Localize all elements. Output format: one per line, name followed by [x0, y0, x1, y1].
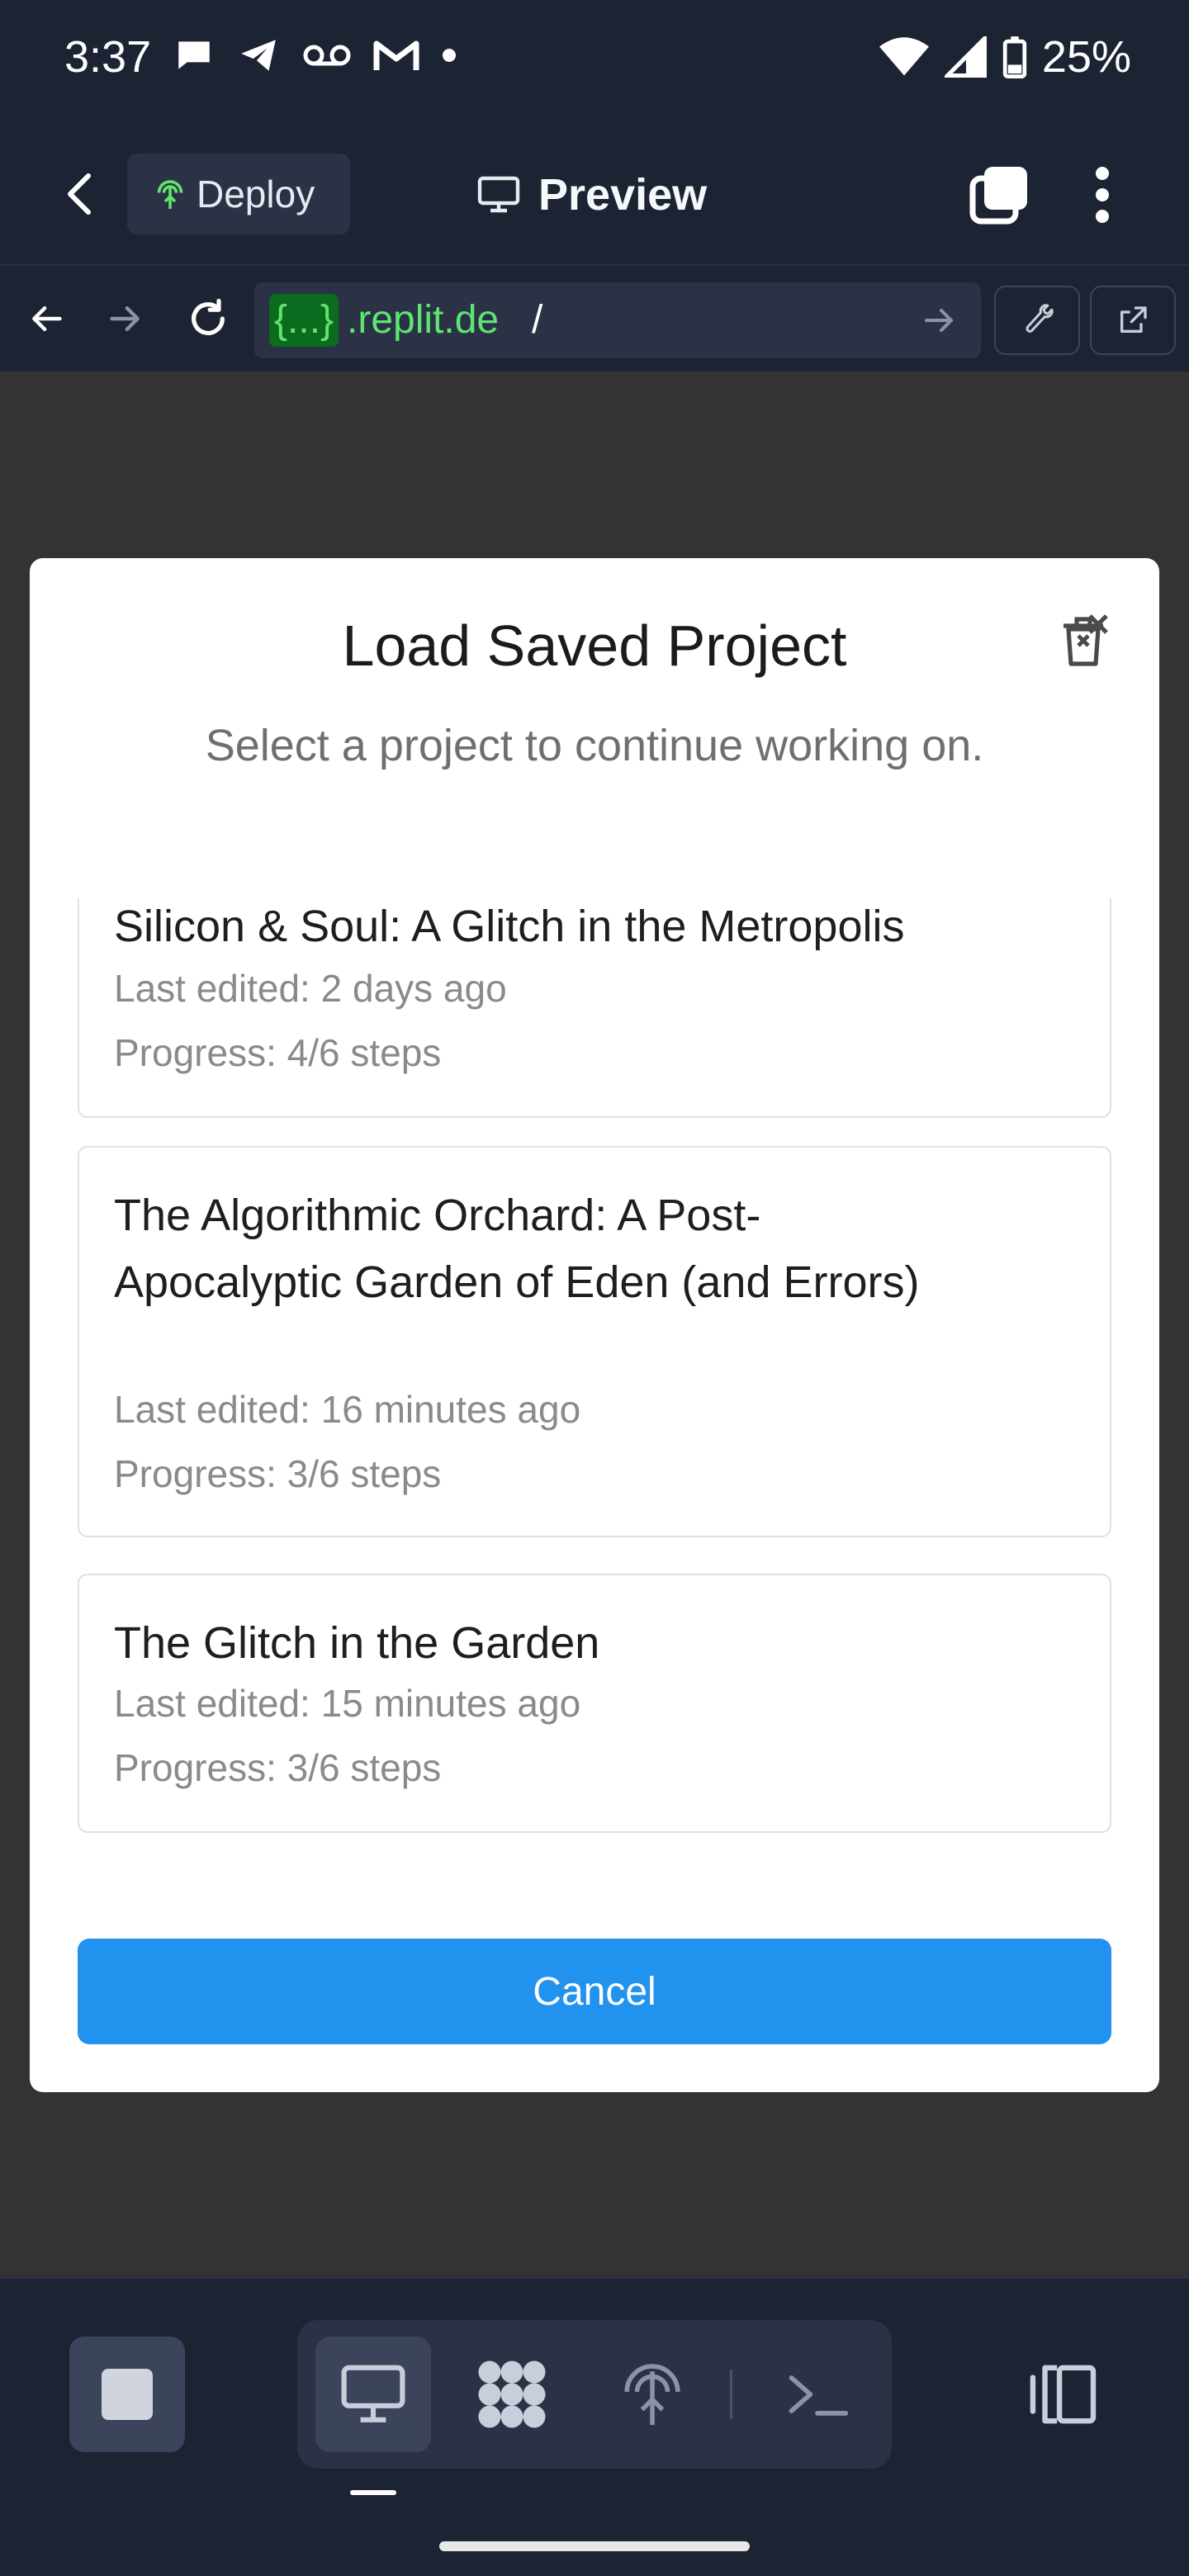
- deploy-label: Deploy: [197, 173, 315, 215]
- preview-title: Preview: [477, 160, 707, 230]
- apps-tab-button[interactable]: [454, 2337, 570, 2452]
- reload-button[interactable]: [182, 292, 234, 345]
- browser-back-button[interactable]: [20, 292, 73, 345]
- stop-icon: [102, 2369, 153, 2420]
- browser-forward-button[interactable]: [99, 292, 152, 345]
- project-card[interactable]: The Algorithmic Orchard: A Post-Apocalyp…: [78, 1146, 1111, 1537]
- cancel-button[interactable]: Cancel: [78, 1939, 1111, 2044]
- telegram-icon: [241, 40, 276, 71]
- monitor-icon: [477, 176, 520, 213]
- bottom-toolbar: [0, 2277, 1189, 2576]
- stop-button[interactable]: [69, 2337, 185, 2452]
- monitor-icon: [341, 2365, 405, 2422]
- chevron-left-icon: [68, 173, 91, 215]
- project-last-edited: Last edited: 16 minutes ago: [114, 1388, 581, 1431]
- battery-percentage: 25%: [1041, 32, 1131, 82]
- modal-subtitle: Select a project to continue working on.: [205, 721, 984, 770]
- terminal-icon: [789, 2375, 849, 2416]
- gmail-icon: [373, 40, 419, 70]
- more-vertical-icon: [1096, 167, 1109, 223]
- console-tab-button[interactable]: [760, 2337, 875, 2452]
- arrow-right-icon: [110, 305, 140, 332]
- deploy-icon: [157, 180, 183, 209]
- go-arrow-icon[interactable]: [920, 301, 959, 340]
- devtools-button[interactable]: [994, 286, 1080, 355]
- project-progress: Progress: 3/6 steps: [114, 1746, 442, 1789]
- wifi-icon: [879, 37, 929, 76]
- tabs-button[interactable]: [966, 162, 1032, 228]
- deploy-tab-button[interactable]: [594, 2337, 710, 2452]
- active-tab-indicator: [350, 2490, 396, 2495]
- project-progress: Progress: 3/6 steps: [114, 1452, 442, 1495]
- arrow-left-icon: [32, 305, 62, 332]
- side-panel-button[interactable]: [1021, 2345, 1103, 2444]
- dot-icon: [443, 49, 456, 62]
- delete-button[interactable]: [1054, 611, 1113, 670]
- project-title: The Glitch in the Garden: [114, 1618, 600, 1668]
- back-button[interactable]: [51, 165, 109, 223]
- load-project-modal: Load Saved Project Select a project to c…: [30, 558, 1159, 2092]
- url-host-badge: {...}: [269, 294, 339, 347]
- more-options-button[interactable]: [1082, 162, 1123, 228]
- open-new-tab-button[interactable]: [1090, 286, 1176, 355]
- project-last-edited: Last edited: 15 minutes ago: [114, 1682, 581, 1725]
- chat-bubble-icon: [178, 41, 210, 69]
- system-icons: 25%: [879, 31, 1131, 83]
- deploy-icon: [624, 2364, 680, 2425]
- signal-icon: [944, 36, 987, 78]
- modal-title: Load Saved Project: [342, 613, 847, 678]
- notification-icons: [173, 35, 457, 76]
- url-host: .replit.de: [347, 298, 500, 342]
- battery-icon: [1002, 36, 1027, 78]
- external-link-icon: [1120, 306, 1147, 333]
- tabs-icon: [969, 167, 1027, 225]
- url-input[interactable]: {...} .replit.de /: [254, 282, 981, 358]
- toolbar-divider: [730, 2370, 732, 2419]
- view-switcher: [297, 2320, 892, 2469]
- home-indicator[interactable]: [439, 2541, 750, 2551]
- deploy-button[interactable]: Deploy: [127, 154, 350, 234]
- wrench-icon: [1026, 304, 1054, 333]
- voicemail-icon: [303, 45, 351, 66]
- app-header: Deploy Preview: [0, 124, 1189, 266]
- status-bar: 3:37 25%: [0, 0, 1189, 124]
- project-title: The Algorithmic Orchard: A Post-Apocalyp…: [114, 1191, 920, 1307]
- preview-tab-button[interactable]: [315, 2337, 431, 2452]
- status-time: 3:37: [64, 32, 152, 82]
- url-path: /: [532, 298, 543, 342]
- preview-label: Preview: [538, 170, 708, 220]
- project-card[interactable]: The Glitch in the Garden Last edited: 15…: [78, 1574, 1111, 1833]
- apps-grid-icon: [478, 2361, 546, 2428]
- reload-icon: [192, 298, 225, 335]
- browser-url-row: {...} .replit.de /: [0, 266, 1189, 372]
- side-panel-icon: [1030, 2365, 1097, 2424]
- project-list-visible: The Algorithmic Orchard: A Post-Apocalyp…: [78, 898, 1111, 1833]
- trash-icon: [1063, 614, 1108, 666]
